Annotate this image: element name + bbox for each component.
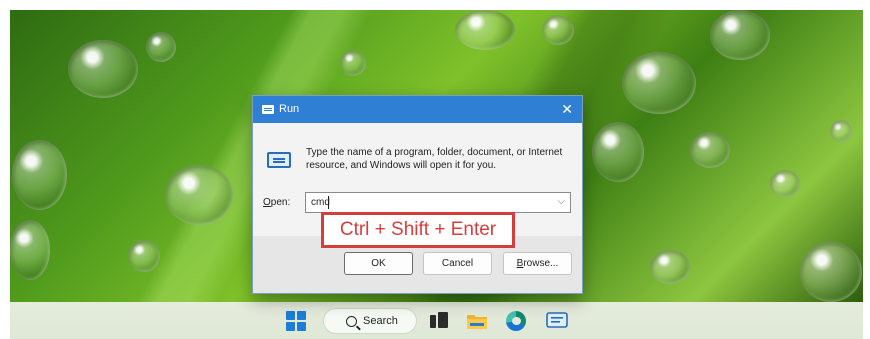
dialog-title: Run <box>279 103 300 115</box>
open-combobox[interactable]: cmd ⌵ <box>305 192 571 213</box>
title-bar[interactable]: Run ✕ <box>253 96 582 123</box>
taskbar-search-button[interactable]: Search <box>323 308 417 334</box>
run-icon <box>262 105 274 114</box>
water-drop <box>165 165 233 225</box>
run-dialog: Run ✕ Type the name of a program, folder… <box>252 95 583 294</box>
water-drop <box>622 52 696 114</box>
water-drop <box>690 132 730 168</box>
file-explorer-icon[interactable] <box>466 311 487 331</box>
open-label-accelerator: O <box>263 197 271 208</box>
run-program-icon <box>267 152 291 168</box>
water-drop <box>10 220 50 280</box>
start-icon[interactable] <box>286 311 306 331</box>
water-drop <box>542 15 574 45</box>
water-drop <box>830 120 852 142</box>
water-drop <box>592 122 644 182</box>
water-drop <box>146 32 176 62</box>
dialog-description: Type the name of a program, folder, docu… <box>306 147 563 171</box>
ok-button[interactable]: OK <box>344 252 413 275</box>
browse-button[interactable]: Browse... <box>503 252 572 275</box>
water-drop <box>770 170 800 198</box>
water-drop <box>12 140 67 210</box>
cancel-button[interactable]: Cancel <box>423 252 492 275</box>
open-label: Open: <box>263 197 290 208</box>
task-view-icon[interactable] <box>429 311 449 331</box>
close-icon[interactable]: ✕ <box>561 101 573 117</box>
chevron-down-icon[interactable]: ⌵ <box>557 196 565 207</box>
text-caret <box>328 196 329 209</box>
water-drop <box>710 10 770 60</box>
taskbar: Search <box>10 302 863 339</box>
water-drop <box>340 50 366 76</box>
run-icon[interactable] <box>546 311 568 331</box>
water-drop <box>128 240 160 272</box>
open-label-text: pen: <box>270 197 291 208</box>
water-drop <box>650 250 690 284</box>
water-drop <box>800 242 862 302</box>
search-icon <box>346 315 357 327</box>
edge-icon[interactable] <box>506 311 526 331</box>
water-drop <box>68 40 138 98</box>
taskbar-search-label: Search <box>363 315 398 327</box>
shortcut-callout: Ctrl + Shift + Enter <box>321 212 515 248</box>
browse-label: rowse... <box>523 258 559 269</box>
water-drop <box>455 10 515 50</box>
